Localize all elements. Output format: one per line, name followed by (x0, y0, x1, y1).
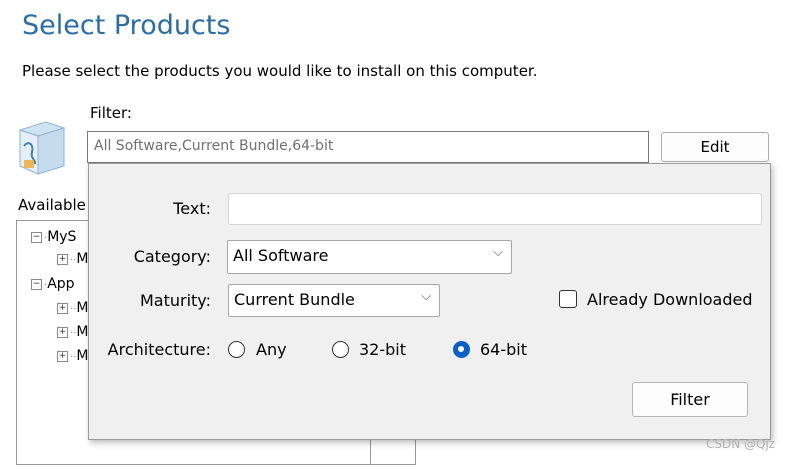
expand-icon[interactable]: + (57, 326, 68, 338)
architecture-32bit-radio[interactable] (332, 341, 349, 358)
filter-popup: Text: Category: All Software ⌵ Maturity:… (88, 163, 771, 440)
tree-item[interactable]: − ·App (31, 276, 75, 294)
filter-label: Filter: (90, 104, 132, 122)
architecture-64bit-radio[interactable] (453, 341, 470, 358)
architecture-any-label: Any (256, 340, 287, 359)
tree-item-label: M (76, 251, 89, 267)
expand-icon[interactable]: + (57, 350, 68, 362)
architecture-64bit-label: 64-bit (480, 340, 528, 359)
page-subtitle: Please select the products you would lik… (22, 62, 538, 80)
tree-item-label: M (76, 348, 89, 364)
maturity-label: Maturity: (139, 291, 211, 310)
already-downloaded-label: Already Downloaded (587, 290, 753, 309)
text-label: Text: (173, 199, 211, 218)
tree-item[interactable]: + ··M (57, 300, 88, 318)
expand-icon[interactable]: + (57, 302, 68, 314)
watermark: CSDN @Qjz (706, 437, 776, 451)
edit-button[interactable]: Edit (661, 132, 769, 162)
chevron-down-icon: ⌵ (421, 289, 431, 304)
expand-icon[interactable]: + (57, 253, 68, 265)
text-input[interactable] (228, 193, 762, 225)
tree-item[interactable]: + ··M (57, 251, 88, 269)
architecture-any-radio[interactable] (228, 341, 245, 358)
category-label: Category: (133, 247, 211, 266)
page-title: Select Products (22, 10, 231, 41)
collapse-icon[interactable]: − (31, 278, 42, 290)
architecture-label: Architecture: (107, 340, 211, 359)
tree-item-label: MyS (47, 229, 77, 245)
tree-item-label: App (47, 276, 75, 292)
collapse-icon[interactable]: − (31, 231, 42, 243)
already-downloaded-checkbox[interactable] (559, 290, 577, 308)
tree-item-label: M (76, 324, 89, 340)
tree-item[interactable]: + ··M (57, 324, 88, 342)
tree-item-label: M (76, 300, 89, 316)
filter-button[interactable]: Filter (632, 382, 748, 417)
available-products-label: Available (18, 196, 86, 214)
category-select[interactable]: All Software ⌵ (227, 240, 512, 274)
tree-item[interactable]: + ··M (57, 348, 88, 366)
architecture-32bit-label: 32-bit (359, 340, 407, 359)
tree-item[interactable]: − ·MyS (31, 229, 76, 247)
mysql-installer-box-icon (16, 116, 68, 180)
maturity-selected-value: Current Bundle (234, 290, 355, 309)
maturity-select[interactable]: Current Bundle ⌵ (228, 284, 440, 317)
filter-field[interactable]: All Software,Current Bundle,64-bit (87, 131, 649, 163)
category-selected-value: All Software (233, 246, 329, 265)
chevron-down-icon: ⌵ (493, 245, 503, 260)
